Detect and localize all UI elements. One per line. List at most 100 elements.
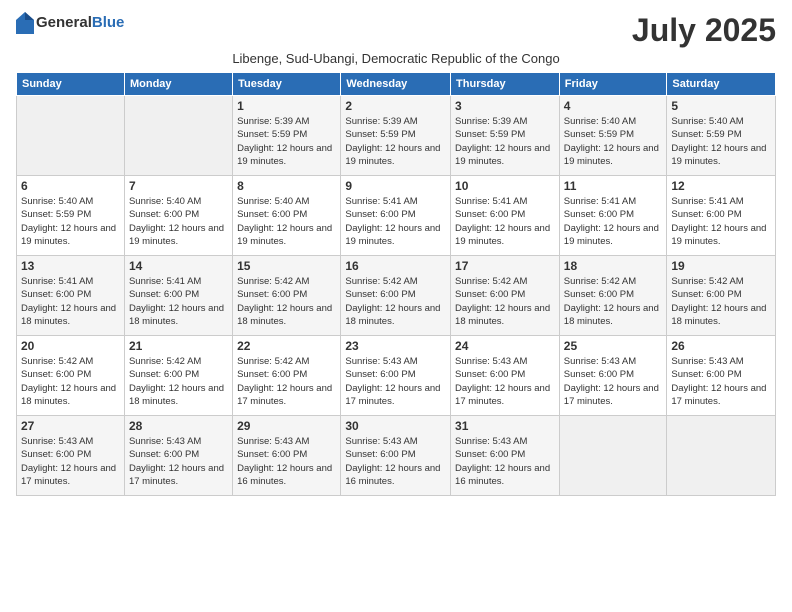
calendar-cell: 8 Sunrise: 5:40 AMSunset: 6:00 PMDaylight… (233, 176, 341, 256)
logo-blue: Blue (92, 14, 125, 31)
day-info: Sunrise: 5:39 AMSunset: 5:59 PMDaylight:… (345, 115, 446, 168)
day-number: 2 (345, 99, 446, 113)
day-info: Sunrise: 5:42 AMSunset: 6:00 PMDaylight:… (671, 275, 771, 328)
day-info: Sunrise: 5:43 AMSunset: 6:00 PMDaylight:… (564, 355, 663, 408)
logo: GeneralBlue (16, 12, 124, 34)
calendar-cell: 15Sunrise: 5:42 AMSunset: 6:00 PMDayligh… (233, 256, 341, 336)
weekday-header: Thursday (451, 73, 560, 96)
day-info: Sunrise: 5:40 AMSunset: 6:00 PMDaylight:… (237, 195, 336, 248)
calendar-cell (559, 416, 667, 496)
day-info: Sunrise: 5:40 AMSunset: 6:00 PMDaylight:… (129, 195, 228, 248)
day-number: 29 (237, 419, 336, 433)
calendar-cell: 26 Sunrise: 5:43 AMSunset: 6:00 PMDayligh… (667, 336, 776, 416)
day-info: Sunrise: 5:42 AMSunset: 6:00 PMDaylight:… (345, 275, 446, 328)
calendar-cell: 21 Sunrise: 5:42 AMSunset: 6:00 PMDayligh… (124, 336, 232, 416)
day-info: Sunrise: 5:40 AMSunset: 5:59 PMDaylight:… (671, 115, 771, 168)
day-number: 22 (237, 339, 336, 353)
day-number: 5 (671, 99, 771, 113)
day-number: 4 (564, 99, 663, 113)
calendar-cell: 1 Sunrise: 5:39 AMSunset: 5:59 PMDaylight… (233, 96, 341, 176)
calendar-cell: 29Sunrise: 5:43 AMSunset: 6:00 PMDayligh… (233, 416, 341, 496)
calendar-cell: 11 Sunrise: 5:41 AMSunset: 6:00 PMDayligh… (559, 176, 667, 256)
day-info: Sunrise: 5:43 AMSunset: 6:00 PMDaylight:… (671, 355, 771, 408)
day-info: Sunrise: 5:42 AMSunset: 6:00 PMDaylight:… (21, 355, 120, 408)
day-number: 10 (455, 179, 555, 193)
day-number: 15 (237, 259, 336, 273)
day-info: Sunrise: 5:39 AMSunset: 5:59 PMDaylight:… (237, 115, 336, 168)
calendar-cell: 6Sunrise: 5:40 AMSunset: 5:59 PMDaylight… (17, 176, 125, 256)
calendar-cell: 2 Sunrise: 5:39 AMSunset: 5:59 PMDaylight… (341, 96, 451, 176)
day-number: 20 (21, 339, 120, 353)
calendar-cell: 23 Sunrise: 5:43 AMSunset: 6:00 PMDayligh… (341, 336, 451, 416)
day-info: Sunrise: 5:43 AMSunset: 6:00 PMDaylight:… (345, 435, 446, 488)
day-info: Sunrise: 5:42 AMSunset: 6:00 PMDaylight:… (564, 275, 663, 328)
day-info: Sunrise: 5:41 AMSunset: 6:00 PMDaylight:… (21, 275, 120, 328)
logo-general: General (36, 14, 92, 31)
calendar-cell: 4Sunrise: 5:40 AMSunset: 5:59 PMDaylight… (559, 96, 667, 176)
weekday-header: Tuesday (233, 73, 341, 96)
day-number: 17 (455, 259, 555, 273)
day-number: 13 (21, 259, 120, 273)
calendar-week-row: 27 Sunrise: 5:43 AMSunset: 6:00 PMDayligh… (17, 416, 776, 496)
calendar-cell: 19 Sunrise: 5:42 AMSunset: 6:00 PMDayligh… (667, 256, 776, 336)
day-number: 18 (564, 259, 663, 273)
day-number: 12 (671, 179, 771, 193)
day-number: 9 (345, 179, 446, 193)
calendar-week-row: 20 Sunrise: 5:42 AMSunset: 6:00 PMDayligh… (17, 336, 776, 416)
day-info: Sunrise: 5:43 AMSunset: 6:00 PMDaylight:… (345, 355, 446, 408)
day-number: 3 (455, 99, 555, 113)
calendar-cell: 12 Sunrise: 5:41 AMSunset: 6:00 PMDayligh… (667, 176, 776, 256)
calendar-cell: 18 Sunrise: 5:42 AMSunset: 6:00 PMDayligh… (559, 256, 667, 336)
calendar-week-row: 13 Sunrise: 5:41 AMSunset: 6:00 PMDayligh… (17, 256, 776, 336)
day-info: Sunrise: 5:39 AMSunset: 5:59 PMDaylight:… (455, 115, 555, 168)
calendar-cell: 16Sunrise: 5:42 AMSunset: 6:00 PMDayligh… (341, 256, 451, 336)
calendar-table: SundayMondayTuesdayWednesdayThursdayFrid… (16, 72, 776, 496)
day-info: Sunrise: 5:41 AMSunset: 6:00 PMDaylight:… (455, 195, 555, 248)
day-info: Sunrise: 5:40 AMSunset: 5:59 PMDaylight:… (21, 195, 120, 248)
day-number: 24 (455, 339, 555, 353)
calendar-cell: 5 Sunrise: 5:40 AMSunset: 5:59 PMDaylight… (667, 96, 776, 176)
calendar-week-row: 1 Sunrise: 5:39 AMSunset: 5:59 PMDaylight… (17, 96, 776, 176)
weekday-header: Friday (559, 73, 667, 96)
subtitle: Libenge, Sud-Ubangi, Democratic Republic… (16, 51, 776, 66)
calendar-cell (17, 96, 125, 176)
day-number: 21 (129, 339, 228, 353)
day-info: Sunrise: 5:41 AMSunset: 6:00 PMDaylight:… (564, 195, 663, 248)
calendar-cell: 30Sunrise: 5:43 AMSunset: 6:00 PMDayligh… (341, 416, 451, 496)
calendar-cell: 13 Sunrise: 5:41 AMSunset: 6:00 PMDayligh… (17, 256, 125, 336)
day-info: Sunrise: 5:42 AMSunset: 6:00 PMDaylight:… (129, 355, 228, 408)
day-number: 1 (237, 99, 336, 113)
day-info: Sunrise: 5:41 AMSunset: 6:00 PMDaylight:… (345, 195, 446, 248)
day-info: Sunrise: 5:41 AMSunset: 6:00 PMDaylight:… (129, 275, 228, 328)
day-number: 27 (21, 419, 120, 433)
day-number: 11 (564, 179, 663, 193)
calendar-cell: 7 Sunrise: 5:40 AMSunset: 6:00 PMDaylight… (124, 176, 232, 256)
calendar-cell: 17 Sunrise: 5:42 AMSunset: 6:00 PMDayligh… (451, 256, 560, 336)
day-number: 28 (129, 419, 228, 433)
month-title: July 2025 (632, 12, 776, 49)
day-number: 19 (671, 259, 771, 273)
day-info: Sunrise: 5:41 AMSunset: 6:00 PMDaylight:… (671, 195, 771, 248)
calendar-week-row: 6Sunrise: 5:40 AMSunset: 5:59 PMDaylight… (17, 176, 776, 256)
calendar-cell (124, 96, 232, 176)
calendar-cell: 24Sunrise: 5:43 AMSunset: 6:00 PMDayligh… (451, 336, 560, 416)
day-number: 26 (671, 339, 771, 353)
day-number: 23 (345, 339, 446, 353)
day-info: Sunrise: 5:42 AMSunset: 6:00 PMDaylight:… (237, 355, 336, 408)
calendar-cell: 28 Sunrise: 5:43 AMSunset: 6:00 PMDayligh… (124, 416, 232, 496)
calendar-cell: 20 Sunrise: 5:42 AMSunset: 6:00 PMDayligh… (17, 336, 125, 416)
weekday-header-row: SundayMondayTuesdayWednesdayThursdayFrid… (17, 73, 776, 96)
weekday-header: Wednesday (341, 73, 451, 96)
calendar-cell: 27Sunrise: 5:43 AMSunset: 6:00 PMDayligh… (17, 416, 125, 496)
calendar-cell: 14 Sunrise: 5:41 AMSunset: 6:00 PMDayligh… (124, 256, 232, 336)
day-number: 25 (564, 339, 663, 353)
calendar-cell: 9 Sunrise: 5:41 AMSunset: 6:00 PMDaylight… (341, 176, 451, 256)
day-number: 8 (237, 179, 336, 193)
day-number: 7 (129, 179, 228, 193)
day-info: Sunrise: 5:43 AMSunset: 6:00 PMDaylight:… (129, 435, 228, 488)
day-number: 31 (455, 419, 555, 433)
day-info: Sunrise: 5:42 AMSunset: 6:00 PMDaylight:… (455, 275, 555, 328)
calendar-cell: 31Sunrise: 5:43 AMSunset: 6:00 PMDayligh… (451, 416, 560, 496)
day-number: 14 (129, 259, 228, 273)
calendar-cell: 10 Sunrise: 5:41 AMSunset: 6:00 PMDayligh… (451, 176, 560, 256)
